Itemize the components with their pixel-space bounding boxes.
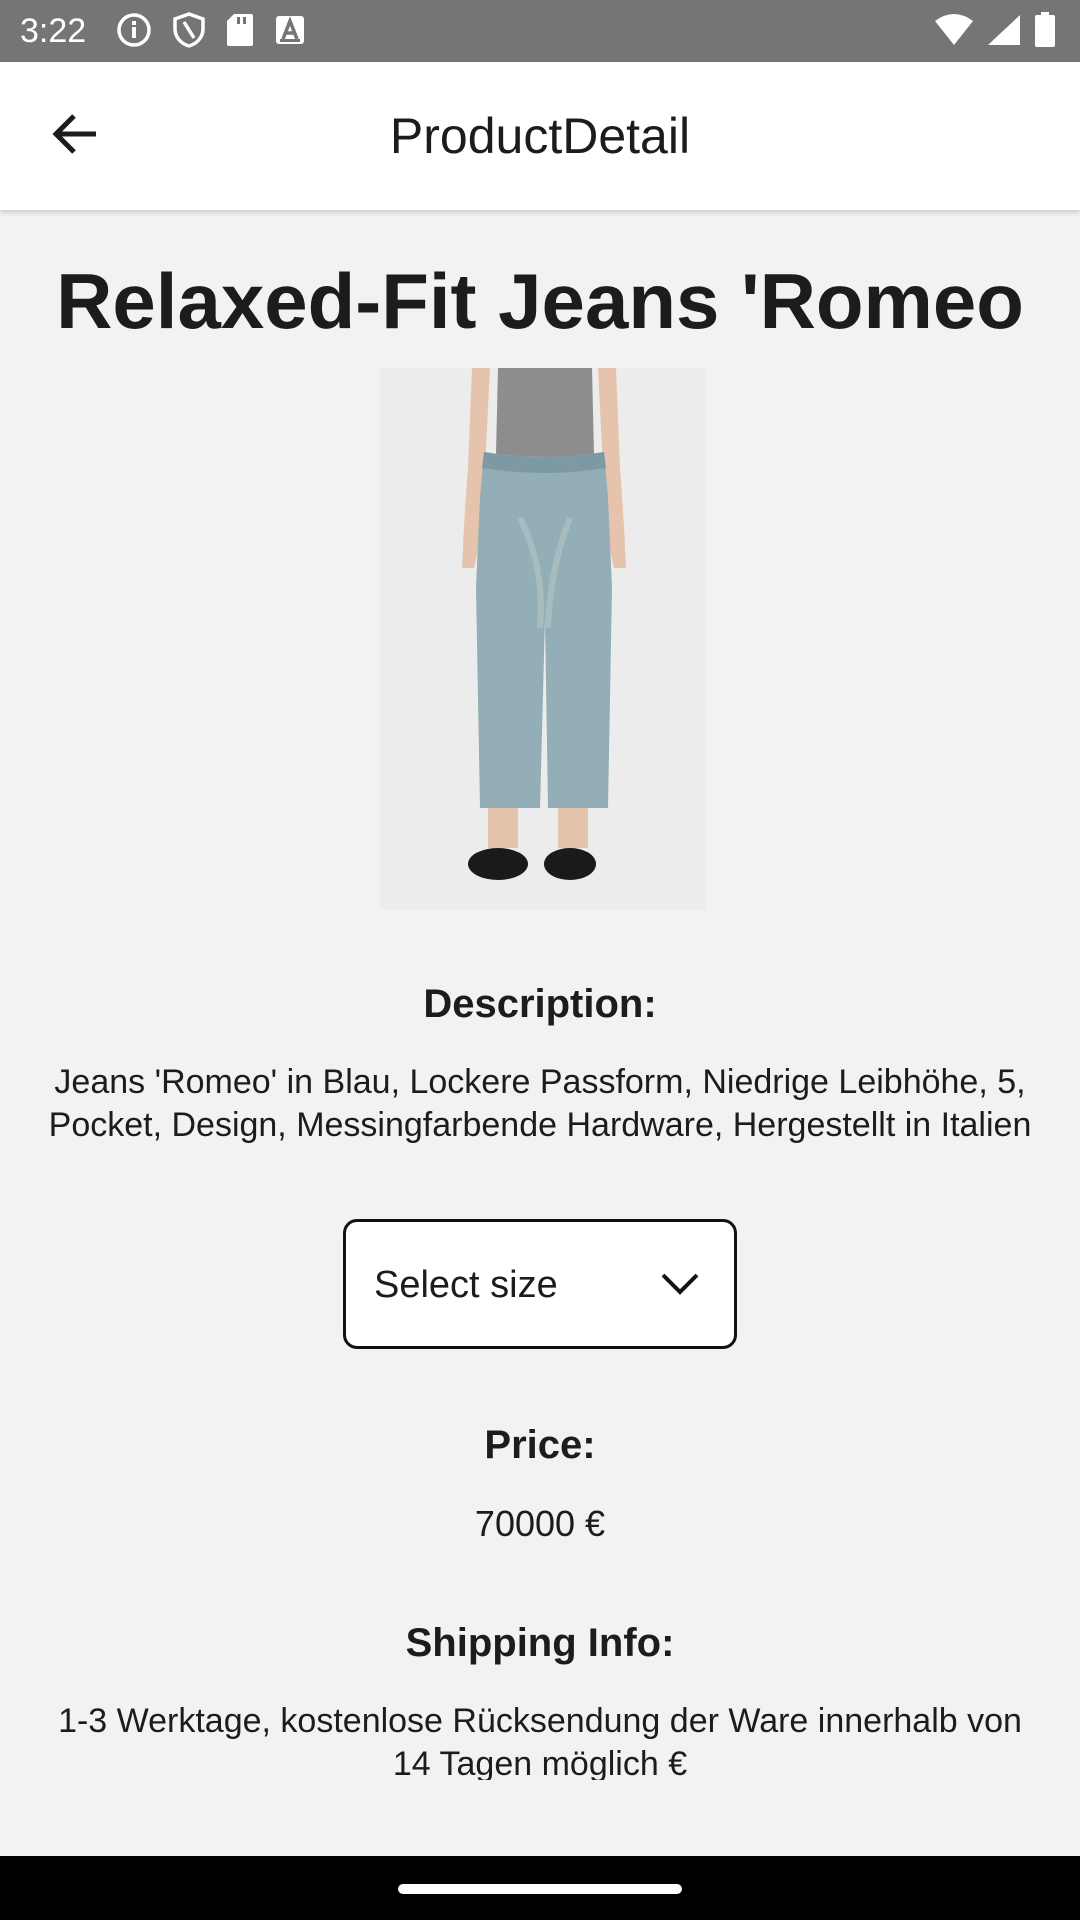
font-a-icon [274, 14, 306, 46]
navigation-bar [0, 1856, 1080, 1920]
signal-icon [986, 13, 1022, 47]
sd-card-icon [226, 13, 254, 47]
description-text: Jeans 'Romeo' in Blau, Lockere Passform,… [48, 1063, 1032, 1144]
app-title: ProductDetail [389, 108, 691, 164]
product-title: Relaxed-Fit Jeans 'Romeo [56, 257, 1024, 345]
status-left-icons [116, 12, 306, 48]
battery-icon [1034, 12, 1056, 48]
info-icon [116, 12, 152, 48]
status-time: 3:22 [20, 12, 87, 50]
home-indicator[interactable] [398, 1884, 682, 1894]
price-value: 70000 € [474, 1503, 606, 1544]
wifi-icon [934, 13, 974, 47]
chevron-down-icon [660, 1269, 700, 1304]
size-select-label: Select size [374, 1264, 558, 1306]
description-heading: Description: [423, 982, 657, 1026]
shipping-info-text: 1-3 Werktage, kostenlose Rücksendung der… [58, 1702, 1022, 1780]
size-select[interactable]: Select size [343, 1219, 737, 1349]
price-heading: Price: [484, 1423, 596, 1467]
status-right-icons [934, 12, 1056, 48]
status-bar: 3:22 [0, 0, 1080, 62]
product-image [380, 368, 706, 910]
app-bar: ProductDetail [0, 62, 1080, 210]
jeans-photo [380, 368, 706, 910]
shipping-heading: Shipping Info: [405, 1621, 675, 1665]
shield-icon [172, 12, 206, 48]
